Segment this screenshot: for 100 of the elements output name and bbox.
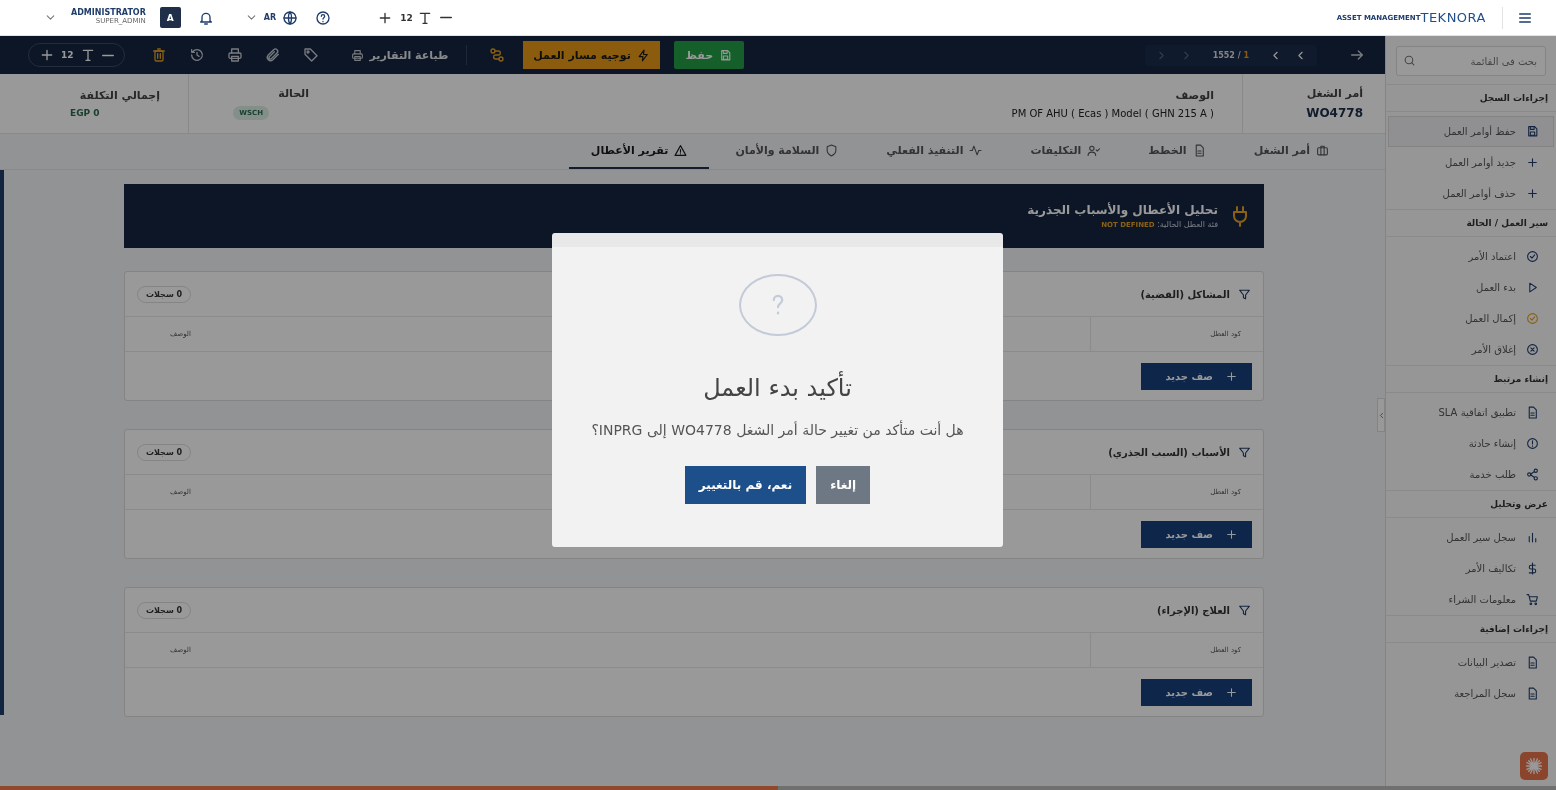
field-value: EGP 0 [70, 108, 100, 118]
logo[interactable]: TEKNORA [1420, 10, 1486, 25]
plus-icon [39, 47, 55, 63]
printer-icon [226, 47, 243, 63]
panel-title: المشاكل (القضية) [1140, 288, 1230, 300]
user-name: ADMINISTRATOR [71, 9, 146, 18]
sidebar-item[interactable]: تصدير البيانات [1388, 647, 1554, 678]
item-icon [1526, 687, 1539, 700]
chat-button[interactable] [1520, 752, 1548, 780]
sidebar-item[interactable]: حذف أوامر العمل [1388, 178, 1554, 209]
tab[interactable]: السلامة والأمان [713, 134, 861, 169]
item-icon [1526, 468, 1539, 481]
history-icon [188, 47, 205, 63]
sidebar-item[interactable]: إغلاق الأمر [1388, 334, 1554, 365]
sidebar-item[interactable]: بدء العمل [1388, 272, 1554, 303]
sidebar-item[interactable]: حفظ أوامر العمل [1388, 116, 1554, 147]
tab[interactable]: الخطط [1126, 134, 1228, 169]
item-icon [1526, 312, 1539, 325]
search-icon [1403, 54, 1416, 67]
cancel-button[interactable]: إلغاء [816, 466, 871, 504]
save-icon [719, 48, 733, 62]
printer-icon [350, 48, 364, 62]
field-label: إجمالي التكلفة [78, 89, 160, 102]
section-title: إجراءات السجل [1386, 84, 1556, 112]
item-icon [1526, 187, 1539, 200]
tab[interactable]: أمر الشغل [1231, 134, 1351, 169]
filter-icon [1238, 445, 1251, 459]
add-row-button[interactable]: صف جديد [1141, 362, 1252, 390]
sidebar-item[interactable]: إنشاء حادثة [1388, 428, 1554, 459]
sidebar-item[interactable]: معلومات الشراء [1388, 584, 1554, 615]
item-icon [1526, 125, 1539, 138]
help-icon [315, 9, 332, 26]
dialog-message: هل أنت متأكد من تغيير حالة أمر الشغل WO4778 إلى INPRG؟ [591, 422, 964, 438]
route-icon [489, 47, 506, 63]
lightning-icon [636, 48, 650, 62]
plus-icon [1225, 369, 1238, 383]
field-value: PM OF AHU ( Ecas ) Model ( GHN 215 A ) [1011, 107, 1214, 119]
asterisk-icon [1524, 756, 1544, 776]
panel-title: الأسباب (السبب الجذري) [1108, 446, 1230, 458]
page-indicator: 1552 / 1 [1211, 50, 1250, 60]
item-icon [1526, 562, 1539, 575]
paperclip-icon [264, 47, 281, 63]
avatar[interactable]: A [159, 7, 181, 28]
panel-title: العلاج (الإجراء) [1156, 604, 1230, 616]
item-icon [1526, 343, 1539, 356]
sidebar-item[interactable]: سجل سير العمل [1388, 522, 1554, 553]
plus-icon [1225, 685, 1238, 699]
field-label: أمر الشغل [1305, 87, 1363, 100]
tab[interactable]: التكليفات [1008, 134, 1123, 169]
font-size-value: 12 [61, 50, 74, 60]
filter-icon [1238, 287, 1251, 301]
field-value: WO4778 [1305, 106, 1363, 120]
item-icon [1526, 281, 1539, 294]
sidebar-item[interactable]: طلب خدمة [1388, 459, 1554, 490]
search-field[interactable]: بحث في القائمة [1396, 46, 1546, 76]
sidebar-item[interactable]: إكمال العمل [1388, 303, 1554, 334]
banner-title: تحليل الأعطال والأسباب الجذرية [1027, 203, 1218, 217]
filter-icon [1238, 603, 1251, 617]
item-icon [1526, 593, 1539, 606]
font-size-value: 12 [400, 12, 413, 23]
sidebar-item[interactable]: جديد أوامر العمل [1388, 147, 1554, 178]
tab-icon [674, 144, 688, 157]
confirm-button[interactable]: نعم، قم بالتغيير [684, 466, 807, 504]
tab[interactable]: تقرير الأعطال [568, 134, 710, 169]
sidebar-item[interactable]: سجل المراجعة [1388, 678, 1554, 709]
section-title: إجراءات إضافية [1386, 615, 1556, 643]
field-label: الحالة [277, 87, 309, 100]
section-title: عرض وتحليل [1386, 490, 1556, 518]
collapse-handle[interactable] [1377, 398, 1385, 432]
tab-icon [1316, 144, 1329, 157]
item-icon [1526, 406, 1539, 419]
tab-icon [969, 144, 983, 157]
globe-icon [282, 9, 299, 26]
item-icon [1526, 437, 1539, 450]
sidebar-item[interactable]: اعتماد الأمر [1388, 241, 1554, 272]
sidebar-item[interactable]: تكاليف الأمر [1388, 553, 1554, 584]
question-mark-icon [770, 293, 785, 317]
item-icon [1526, 531, 1539, 544]
item-icon [1526, 250, 1539, 263]
minus-icon [439, 16, 452, 19]
tab-icon [1087, 144, 1101, 157]
trash-icon [150, 47, 167, 63]
section-title: إنشاء مرتبط [1386, 365, 1556, 393]
language-selector[interactable]: AR [244, 9, 299, 26]
arrow-right-icon [1349, 47, 1365, 63]
print-reports-button[interactable]: طباعة التقارير [350, 48, 449, 62]
sidebar-item[interactable]: تطبيق اتفاقية SLA [1388, 397, 1554, 428]
save-button[interactable]: حفظ [673, 41, 744, 69]
plus-icon [1225, 527, 1238, 541]
tag-icon [302, 47, 319, 63]
minus-icon [101, 53, 114, 57]
item-icon [1526, 156, 1539, 169]
tab-icon [825, 144, 839, 157]
tab[interactable]: التنفيذ الفعلي [864, 134, 1005, 169]
add-row-button[interactable]: صف جديد [1141, 678, 1252, 706]
field-label: الوصف [1174, 88, 1214, 102]
workflow-route-button[interactable]: توجيه مسار العمل [523, 41, 660, 69]
item-icon [1526, 656, 1539, 669]
section-title: سير العمل / الحالة [1386, 209, 1556, 237]
add-row-button[interactable]: صف جديد [1141, 520, 1252, 548]
